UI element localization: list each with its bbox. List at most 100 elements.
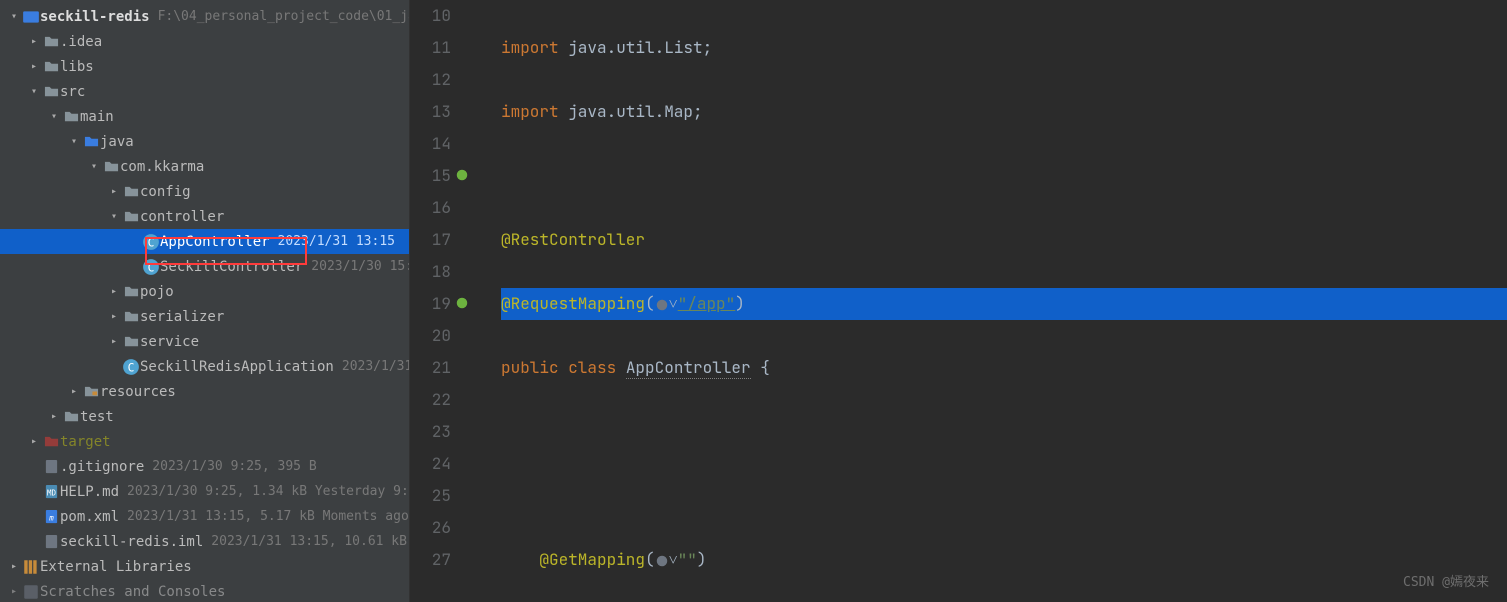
tree-file-seckillcontroller[interactable]: C SeckillController 2023/1/30 15: xyxy=(0,254,409,279)
package-icon xyxy=(122,309,140,324)
iml-icon xyxy=(42,534,60,549)
code-editor[interactable]: 10 11 12 13 14 15 16 17 18 19 20 21 22 2… xyxy=(410,0,1507,602)
tree-meta: 2023/1/31 13:15, 5.17 kB Moments ago xyxy=(127,509,409,524)
tree-label: main xyxy=(80,109,114,125)
tree-folder-config[interactable]: ▸ config xyxy=(0,179,409,204)
chevron-right-icon: ▸ xyxy=(6,586,22,597)
tree-meta: 2023/1/31 13:15, 10.61 kB xyxy=(211,534,407,549)
tree-file-help[interactable]: MD HELP.md 2023/1/30 9:25, 1.34 kB Yeste… xyxy=(0,479,409,504)
tree-file-pom[interactable]: m pom.xml 2023/1/31 13:15, 5.17 kB Momen… xyxy=(0,504,409,529)
line-number: 27 xyxy=(410,544,451,576)
resource-folder-icon xyxy=(82,384,100,399)
tree-label: java xyxy=(100,134,134,150)
project-name: seckill-redis xyxy=(40,9,150,25)
tree-label: HELP.md xyxy=(60,484,119,500)
line-number: 18 xyxy=(410,256,451,288)
tree-meta: 2023/1/31 13:15 xyxy=(278,234,395,249)
tree-label: Scratches and Consoles xyxy=(40,584,225,600)
line-number: 14 xyxy=(410,128,451,160)
maven-icon: m xyxy=(42,509,60,524)
paren: ) xyxy=(735,293,745,314)
kw-import: import xyxy=(501,37,559,58)
class-icon: C xyxy=(142,258,160,276)
tree-label: libs xyxy=(60,59,94,75)
line-number: 25 xyxy=(410,480,451,512)
brace: { xyxy=(751,357,770,378)
tree-folder-target[interactable]: ▸ target xyxy=(0,429,409,454)
chevron-right-icon: ▸ xyxy=(66,386,82,397)
tree-meta: 2023/1/31 xyxy=(342,359,409,374)
code-content[interactable]: import java.util.List; import java.util.… xyxy=(485,0,1507,602)
ln: 19 xyxy=(432,293,451,314)
class-icon: C xyxy=(142,233,160,251)
tree-folder-service[interactable]: ▸ service xyxy=(0,329,409,354)
tree-folder-test[interactable]: ▸ test xyxy=(0,404,409,429)
line-number: 22 xyxy=(410,384,451,416)
tree-folder-libs[interactable]: ▸ libs xyxy=(0,54,409,79)
tree-label: SeckillRedisApplication xyxy=(140,359,334,375)
tree-folder-controller[interactable]: ▾ controller xyxy=(0,204,409,229)
package-icon xyxy=(102,159,120,174)
tree-label: test xyxy=(80,409,114,425)
package-icon xyxy=(122,284,140,299)
spring-bean-icon[interactable] xyxy=(455,168,469,182)
globe-icon[interactable] xyxy=(655,298,669,312)
line-number: 12 xyxy=(410,64,451,96)
string-literal: "" xyxy=(678,549,697,570)
paren: ) xyxy=(697,549,707,570)
tree-project-root[interactable]: ▾ seckill-redis F:\04_personal_project_c… xyxy=(0,4,409,29)
spring-bean-icon[interactable] xyxy=(455,296,469,310)
tree-label: .gitignore xyxy=(60,459,144,475)
tree-folder-serializer[interactable]: ▸ serializer xyxy=(0,304,409,329)
project-tree[interactable]: ▾ seckill-redis F:\04_personal_project_c… xyxy=(0,0,409,602)
tree-file-gitignore[interactable]: .gitignore 2023/1/30 9:25, 395 B xyxy=(0,454,409,479)
tree-folder-src[interactable]: ▾ src xyxy=(0,79,409,104)
annotation: @RequestMapping xyxy=(501,293,645,314)
tree-scratches[interactable]: ▸ Scratches and Consoles xyxy=(0,579,409,602)
tree-folder-main[interactable]: ▾ main xyxy=(0,104,409,129)
tree-external-libraries[interactable]: ▸ External Libraries xyxy=(0,554,409,579)
chevron-right-icon: ▸ xyxy=(106,286,122,297)
chevron-down-icon: ▾ xyxy=(26,86,42,97)
excluded-folder-icon xyxy=(42,434,60,449)
tree-folder-resources[interactable]: ▸ resources xyxy=(0,379,409,404)
tree-meta: 2023/1/30 9:25, 395 B xyxy=(152,459,316,474)
tree-label: resources xyxy=(100,384,176,400)
folder-icon xyxy=(42,84,60,99)
tree-file-iml[interactable]: seckill-redis.iml 2023/1/31 13:15, 10.61… xyxy=(0,529,409,554)
import-pkg: java.util.Map; xyxy=(559,101,703,122)
globe-icon[interactable] xyxy=(655,554,669,568)
class-icon: C xyxy=(122,358,140,376)
package-icon xyxy=(122,334,140,349)
chevron-right-icon: ▸ xyxy=(26,61,42,72)
chevron-down-icon: ▾ xyxy=(86,161,102,172)
tree-label: service xyxy=(140,334,199,350)
markdown-icon: MD xyxy=(42,484,60,499)
tree-meta: 2023/1/30 9:25, 1.34 kB Yesterday 9:26 xyxy=(127,484,409,499)
package-icon xyxy=(122,209,140,224)
chevron-right-icon: ▸ xyxy=(46,411,62,422)
watermark: CSDN @嫣夜来 xyxy=(1403,571,1489,590)
chevron-down-icon: ▾ xyxy=(106,211,122,222)
folder-icon xyxy=(62,109,80,124)
line-number: 11 xyxy=(410,32,451,64)
string-literal: "/app" xyxy=(678,293,736,314)
tree-file-appcontroller[interactable]: C AppController 2023/1/31 13:15 xyxy=(0,229,409,254)
folder-icon xyxy=(42,59,60,74)
kw-import: import xyxy=(501,101,559,122)
tree-file-seckillapp[interactable]: C SeckillRedisApplication 2023/1/31 xyxy=(0,354,409,379)
gitignore-icon xyxy=(42,459,60,474)
tree-folder-idea[interactable]: ▸ .idea xyxy=(0,29,409,54)
line-number: 15 xyxy=(410,160,451,192)
scratch-icon xyxy=(22,583,40,601)
chevron-right-icon: ▸ xyxy=(106,311,122,322)
line-number: 17 xyxy=(410,224,451,256)
tree-package[interactable]: ▾ com.kkarma xyxy=(0,154,409,179)
tree-folder-pojo[interactable]: ▸ pojo xyxy=(0,279,409,304)
chevron-right-icon: ▸ xyxy=(106,186,122,197)
chevron-right-icon: ▸ xyxy=(26,36,42,47)
library-icon xyxy=(22,558,40,576)
ln: 15 xyxy=(432,165,451,186)
tree-folder-java[interactable]: ▾ java xyxy=(0,129,409,154)
svg-text:C: C xyxy=(148,261,155,274)
